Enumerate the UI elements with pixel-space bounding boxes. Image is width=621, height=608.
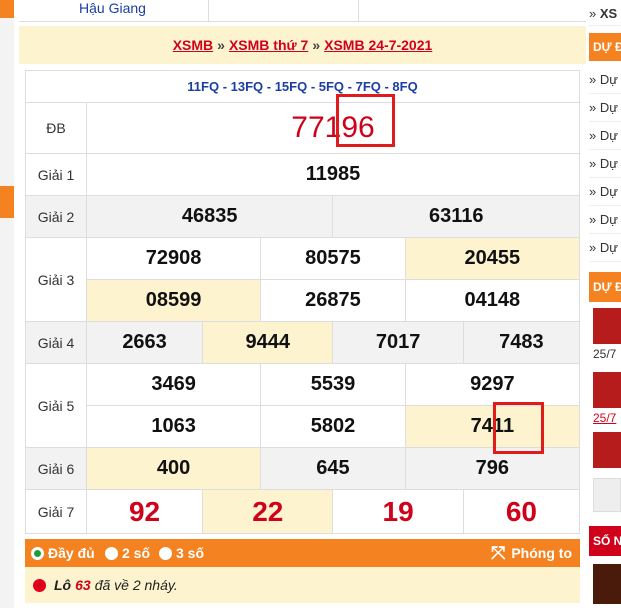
prize-4-value: 7017 xyxy=(332,321,464,364)
prize-7-value: 60 xyxy=(462,489,581,534)
thumbnail-image[interactable] xyxy=(593,432,621,468)
radio-icon[interactable] xyxy=(159,546,172,560)
province-link[interactable]: Hậu Giang xyxy=(79,0,146,16)
prize-7-value: 92 xyxy=(85,489,204,534)
prize-5-value: 1063 xyxy=(85,405,262,448)
prize-3-value: 20455 xyxy=(404,237,581,280)
prize-2-value: 46835 xyxy=(85,195,334,238)
radio-icon[interactable] xyxy=(105,546,118,560)
radio-selected-icon[interactable] xyxy=(31,546,44,560)
highlight-box xyxy=(336,94,395,147)
left-column-edge xyxy=(0,0,14,608)
codes-row: 11FQ - 13FQ - 15FQ - 5FQ - 7FQ - 8FQ xyxy=(25,70,580,103)
prize-5-value: 5802 xyxy=(260,405,406,448)
prize-7-label: Giải 7 xyxy=(25,489,87,534)
lo-suffix: đã về 2 nháy. xyxy=(94,577,178,593)
prize-4-label: Giải 4 xyxy=(25,321,87,364)
prize-3-label: Giải 3 xyxy=(25,237,87,322)
prize-5-value: 9297 xyxy=(404,363,581,406)
special-prize-label: ĐB xyxy=(25,102,87,154)
thumbnail-image[interactable] xyxy=(593,308,621,344)
prize-1-value: 11985 xyxy=(86,153,580,196)
prize-7-row: Giải 7 92 22 19 60 xyxy=(25,489,581,534)
prize-1-row: Giải 1 11985 xyxy=(25,153,580,196)
prize-3-value: 72908 xyxy=(85,237,262,280)
breadcrumb-xsmb-saturday[interactable]: XSMB thứ 7 xyxy=(229,37,308,53)
zoom-label: Phóng to xyxy=(511,545,572,561)
prize-2-row: Giải 2 46835 63116 xyxy=(25,195,580,238)
sidebar-item[interactable]: » Dự xyxy=(589,206,621,234)
prize-4-value: 2663 xyxy=(85,321,204,364)
prize-5-value: 3469 xyxy=(85,363,262,406)
thumbnail-image[interactable] xyxy=(593,372,621,408)
special-prize-row: ĐB 77196 xyxy=(25,102,580,154)
lo-summary: Lô 63 đã về 2 nháy. xyxy=(25,567,580,603)
prize-6-value: 400 xyxy=(85,447,262,490)
sidebar-heading: SỐ N xyxy=(589,526,621,556)
prize-2-value: 63116 xyxy=(332,195,580,238)
zoom-button[interactable]: ⤧ Phóng to xyxy=(491,539,572,567)
sidebar-date: 25/7 xyxy=(593,347,617,361)
option-two-digits[interactable]: 2 số xyxy=(105,539,150,567)
highlight-box xyxy=(493,402,544,454)
prize-5-row: Giải 5 3469 5539 9297 xyxy=(25,363,581,448)
prize-1-label: Giải 1 xyxy=(25,153,87,196)
option-full[interactable]: Đầy đủ xyxy=(31,539,95,567)
sidebar-item[interactable]: » Dự xyxy=(589,150,621,178)
option-two-label: 2 số xyxy=(122,545,151,561)
sidebar-heading: DỰ Đ xyxy=(589,272,621,302)
option-full-label: Đầy đủ xyxy=(48,545,95,561)
sidebar-item[interactable]: » Dự xyxy=(589,234,621,262)
prize-4-value: 7483 xyxy=(462,321,581,364)
breadcrumb-separator: » xyxy=(312,37,321,53)
prize-3-value: 26875 xyxy=(260,279,406,322)
thumbnail-image[interactable] xyxy=(593,564,621,604)
breadcrumb-xsmb[interactable]: XSMB xyxy=(173,37,213,53)
sidebar-top-link[interactable]: » XS xyxy=(589,0,621,26)
prize-4-value: 9444 xyxy=(202,321,334,364)
results-table: 11FQ - 13FQ - 15FQ - 5FQ - 7FQ - 8FQ ĐB … xyxy=(25,70,581,534)
ticket-codes: 11FQ - 13FQ - 15FQ - 5FQ - 7FQ - 8FQ xyxy=(25,70,580,103)
prize-5-label: Giải 5 xyxy=(25,363,87,448)
prize-4-row: Giải 4 2663 9444 7017 7483 xyxy=(25,321,581,364)
display-options-bar: Đầy đủ 2 số 3 số ⤧ Phóng to xyxy=(25,539,580,567)
prize-2-label: Giải 2 xyxy=(25,195,87,238)
thumbnail-image[interactable] xyxy=(593,478,621,512)
prize-3-row: Giải 3 72908 80575 20455 xyxy=(25,237,581,322)
sidebar-item[interactable]: » Dự xyxy=(589,122,621,150)
lo-number: 63 xyxy=(75,577,91,593)
prize-6-value: 645 xyxy=(260,447,406,490)
left-tab-top xyxy=(0,0,14,18)
red-dot-icon xyxy=(33,578,46,592)
empty-cell xyxy=(209,0,359,22)
sidebar-item[interactable]: » Dự xyxy=(589,66,621,94)
breadcrumb-separator: » xyxy=(217,37,225,53)
prize-7-value: 19 xyxy=(332,489,464,534)
province-cell: Hậu Giang xyxy=(19,0,209,22)
special-prize-value: 77196 xyxy=(86,102,580,154)
left-tab-middle xyxy=(0,186,14,218)
previous-table-row: Hậu Giang xyxy=(19,0,586,22)
sidebar-heading: DỰ Đ xyxy=(589,33,621,61)
sidebar-item[interactable]: » Dự xyxy=(589,178,621,206)
prize-3-row: 08599 26875 04148 xyxy=(26,279,581,322)
right-sidebar: » XS DỰ Đ » Dự » Dự » Dự » Dự » Dự » Dự … xyxy=(589,0,621,608)
prize-3-value: 08599 xyxy=(85,279,262,322)
prize-5-value: 5539 xyxy=(260,363,406,406)
option-three-label: 3 số xyxy=(176,545,205,561)
expand-icon: ⤧ xyxy=(490,543,506,563)
prize-6-label: Giải 6 xyxy=(25,447,87,490)
breadcrumb-xsmb-date[interactable]: XSMB 24-7-2021 xyxy=(324,37,432,53)
breadcrumb: XSMB» XSMB thứ 7» XSMB 24-7-2021 xyxy=(19,26,586,64)
prize-7-value: 22 xyxy=(202,489,334,534)
lo-prefix: Lô xyxy=(54,577,72,593)
results-panel: Hậu Giang XSMB» XSMB thứ 7» XSMB 24-7-2021… xyxy=(19,0,586,608)
sidebar-item[interactable]: » Dự xyxy=(589,94,621,122)
prize-3-value: 80575 xyxy=(260,237,406,280)
sidebar-date[interactable]: 25/7 xyxy=(593,411,616,425)
prize-3-value: 04148 xyxy=(404,279,581,322)
option-three-digits[interactable]: 3 số xyxy=(159,539,204,567)
